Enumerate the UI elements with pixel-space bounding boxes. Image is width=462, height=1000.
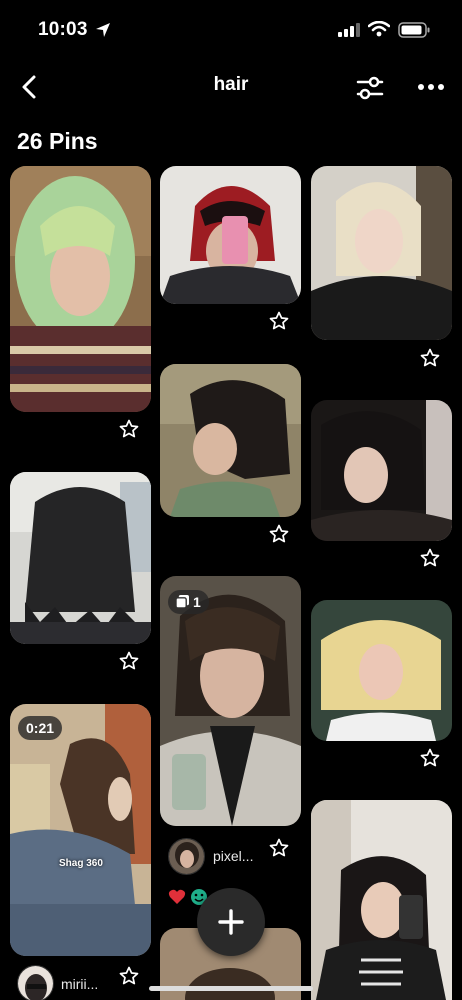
creator-name[interactable]: mirii... bbox=[61, 976, 98, 992]
multi-image-badge: 1 bbox=[168, 590, 209, 614]
pin-red-hair-mirror[interactable] bbox=[160, 166, 301, 304]
pin-green-hair[interactable] bbox=[10, 166, 151, 412]
pin-image bbox=[311, 166, 452, 340]
pin-video-shag[interactable] bbox=[10, 704, 151, 956]
video-duration-badge: 0:21 bbox=[18, 716, 63, 740]
save-star-icon[interactable] bbox=[269, 524, 289, 544]
status-bar: 10:03 bbox=[0, 0, 462, 60]
pin-image bbox=[10, 166, 151, 412]
multi-image-count: 1 bbox=[193, 594, 201, 610]
heart-reaction-icon bbox=[168, 889, 186, 904]
back-chevron-icon[interactable] bbox=[18, 74, 42, 100]
save-star-icon[interactable] bbox=[420, 748, 440, 768]
pin-image bbox=[10, 472, 151, 644]
home-indicator bbox=[149, 986, 313, 991]
location-arrow-icon bbox=[96, 23, 110, 37]
wifi-icon bbox=[368, 21, 390, 37]
save-star-icon[interactable] bbox=[119, 651, 139, 671]
save-star-icon[interactable] bbox=[269, 311, 289, 331]
status-time: 10:03 bbox=[38, 19, 88, 40]
pin-blonde-messy[interactable] bbox=[311, 600, 452, 741]
pin-image bbox=[311, 400, 452, 541]
pin-image bbox=[160, 166, 301, 304]
creator-avatar[interactable] bbox=[17, 965, 54, 1000]
battery-icon bbox=[398, 22, 430, 38]
pin-image bbox=[160, 364, 301, 517]
pin-dark-shag-side[interactable] bbox=[311, 400, 452, 541]
pin-blonde-wolfcut[interactable] bbox=[311, 166, 452, 340]
save-star-icon[interactable] bbox=[119, 966, 139, 986]
pin-black-layered-back[interactable] bbox=[10, 472, 151, 644]
cellular-signal-icon bbox=[338, 23, 360, 37]
plus-icon bbox=[218, 909, 244, 935]
pin-mirror-selfie[interactable] bbox=[311, 800, 452, 1000]
stack-icon bbox=[175, 595, 189, 609]
pin-image bbox=[311, 800, 452, 1000]
more-options-icon[interactable] bbox=[416, 78, 446, 96]
save-star-icon[interactable] bbox=[420, 548, 440, 568]
filter-sliders-icon[interactable] bbox=[356, 75, 384, 101]
save-star-icon[interactable] bbox=[420, 348, 440, 368]
board-title: hair bbox=[213, 74, 249, 95]
create-pin-button[interactable] bbox=[197, 888, 265, 956]
save-star-icon[interactable] bbox=[119, 419, 139, 439]
pin-overlay-text: Shag 360 bbox=[59, 858, 103, 869]
pin-image bbox=[10, 704, 151, 956]
pin-dark-shag[interactable] bbox=[160, 364, 301, 517]
save-star-icon[interactable] bbox=[269, 838, 289, 858]
pin-image bbox=[311, 600, 452, 741]
pin-count: 26 Pins bbox=[17, 128, 98, 154]
creator-name[interactable]: pixel... bbox=[213, 848, 253, 864]
creator-avatar[interactable] bbox=[168, 838, 205, 875]
